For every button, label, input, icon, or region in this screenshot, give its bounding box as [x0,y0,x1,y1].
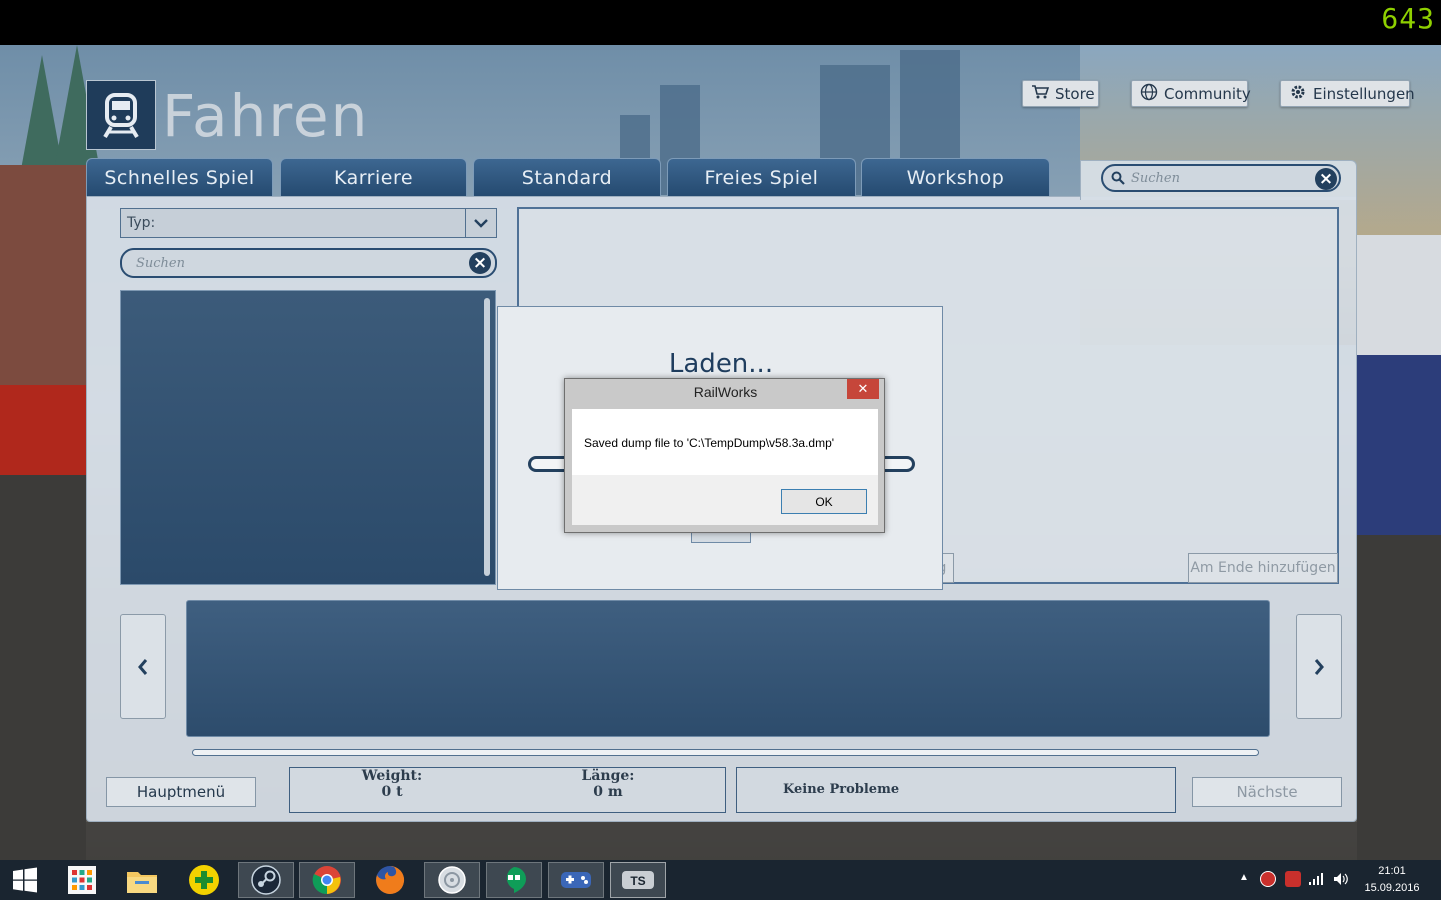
weight-value: 0 t [381,784,403,800]
length-value: 0 m [593,784,623,800]
clock-date[interactable]: 15.09.2016 [1362,882,1422,894]
error-message-box: RailWorks ✕ Saved dump file to 'C:\TempD… [564,378,885,533]
track-left [0,475,86,860]
train-logo [86,80,156,150]
main-menu-button[interactable]: Hauptmenü [106,777,256,807]
status-text: Keine Probleme [783,782,900,797]
steam-icon[interactable] [238,862,294,898]
tab-schnelles-spiel[interactable]: Schnelles Spiel [86,158,273,196]
train-simulator-icon[interactable]: TS [610,862,666,898]
blue-train [1357,355,1441,535]
fps-counter: 643 [1381,2,1435,35]
chevron-down-icon[interactable] [465,209,496,237]
chevron-left-icon [138,658,148,675]
global-search-placeholder: Suchen [1131,170,1180,186]
apps-icon[interactable] [54,862,110,898]
game-controller-icon[interactable] [548,862,604,898]
tab-karriere[interactable]: Karriere [280,158,467,196]
settings-button[interactable]: Einstellungen [1280,80,1415,107]
chevron-right-icon [1314,658,1324,675]
clear-list-search-icon[interactable]: × [469,252,491,274]
global-search-input[interactable]: Suchen [1101,164,1341,192]
community-button[interactable]: Community [1131,80,1251,107]
hangouts-icon[interactable] [486,862,542,898]
svg-text:TS: TS [630,874,645,888]
tab-freies-spiel[interactable]: Freies Spiel [667,158,856,196]
clear-search-icon[interactable]: × [1315,168,1337,190]
white-train [1357,235,1441,355]
file-explorer-icon[interactable] [114,862,170,898]
network-icon[interactable] [1308,871,1324,890]
length-label: Länge: [581,768,635,784]
type-dropdown-label: Typ: [127,215,156,231]
consist-info: Weight: 0 t Länge: 0 m [289,767,726,813]
chrome-icon[interactable] [299,862,355,898]
loading-title: Laden... [668,349,774,379]
consist-scrollbar[interactable] [192,749,1259,756]
scroll-left-button[interactable] [120,614,166,719]
track-right [1357,535,1441,860]
volume-icon[interactable] [1333,871,1349,890]
top-black-bar [0,0,1441,45]
start-icon[interactable] [0,862,50,898]
consist-pane[interactable] [186,600,1270,737]
weight-label: Weight: [361,768,423,784]
tab-workshop[interactable]: Workshop [861,158,1050,196]
search-icon [1111,171,1125,185]
track-bottom [86,822,1357,860]
type-dropdown[interactable]: Typ: [120,208,497,238]
antivirus-icon[interactable] [1260,871,1276,887]
ok-button[interactable]: OK [781,489,867,514]
settings-label: Einstellungen [1313,84,1415,103]
item-list[interactable] [120,290,496,585]
plus-app-icon[interactable] [176,862,232,898]
append-to-end-button[interactable]: Am Ende hinzufügen [1188,553,1338,583]
firefox-icon[interactable] [362,862,418,898]
media-icon[interactable] [424,862,480,898]
list-search-input[interactable]: Suchen [120,248,497,278]
store-label: Store [1055,84,1095,103]
train-icon [103,93,139,139]
community-label: Community [1164,84,1251,103]
tray-expand-icon[interactable]: ▲ [1239,872,1249,883]
globe-icon [1140,83,1158,105]
close-icon[interactable]: ✕ [847,379,879,399]
store-button[interactable]: Store [1022,80,1099,107]
scroll-right-button[interactable] [1296,614,1342,719]
list-search-placeholder: Suchen [136,255,185,271]
tab-standard[interactable]: Standard [473,158,661,196]
security-app-icon[interactable] [1285,871,1301,887]
message-box-title: RailWorks [693,384,758,400]
message-text: Saved dump file to 'C:\TempDump\v58.3a.d… [584,436,835,450]
cart-icon [1031,84,1050,104]
list-scrollbar[interactable] [484,298,490,576]
clock-time[interactable]: 21:01 [1362,865,1422,877]
status-box: Keine Probleme [736,767,1176,813]
message-box-body: Saved dump file to 'C:\TempDump\v58.3a.d… [572,409,878,475]
next-button[interactable]: Nächste [1192,777,1342,807]
page-title: Fahren [162,82,370,150]
red-train [0,385,86,475]
gear-icon [1289,83,1307,105]
